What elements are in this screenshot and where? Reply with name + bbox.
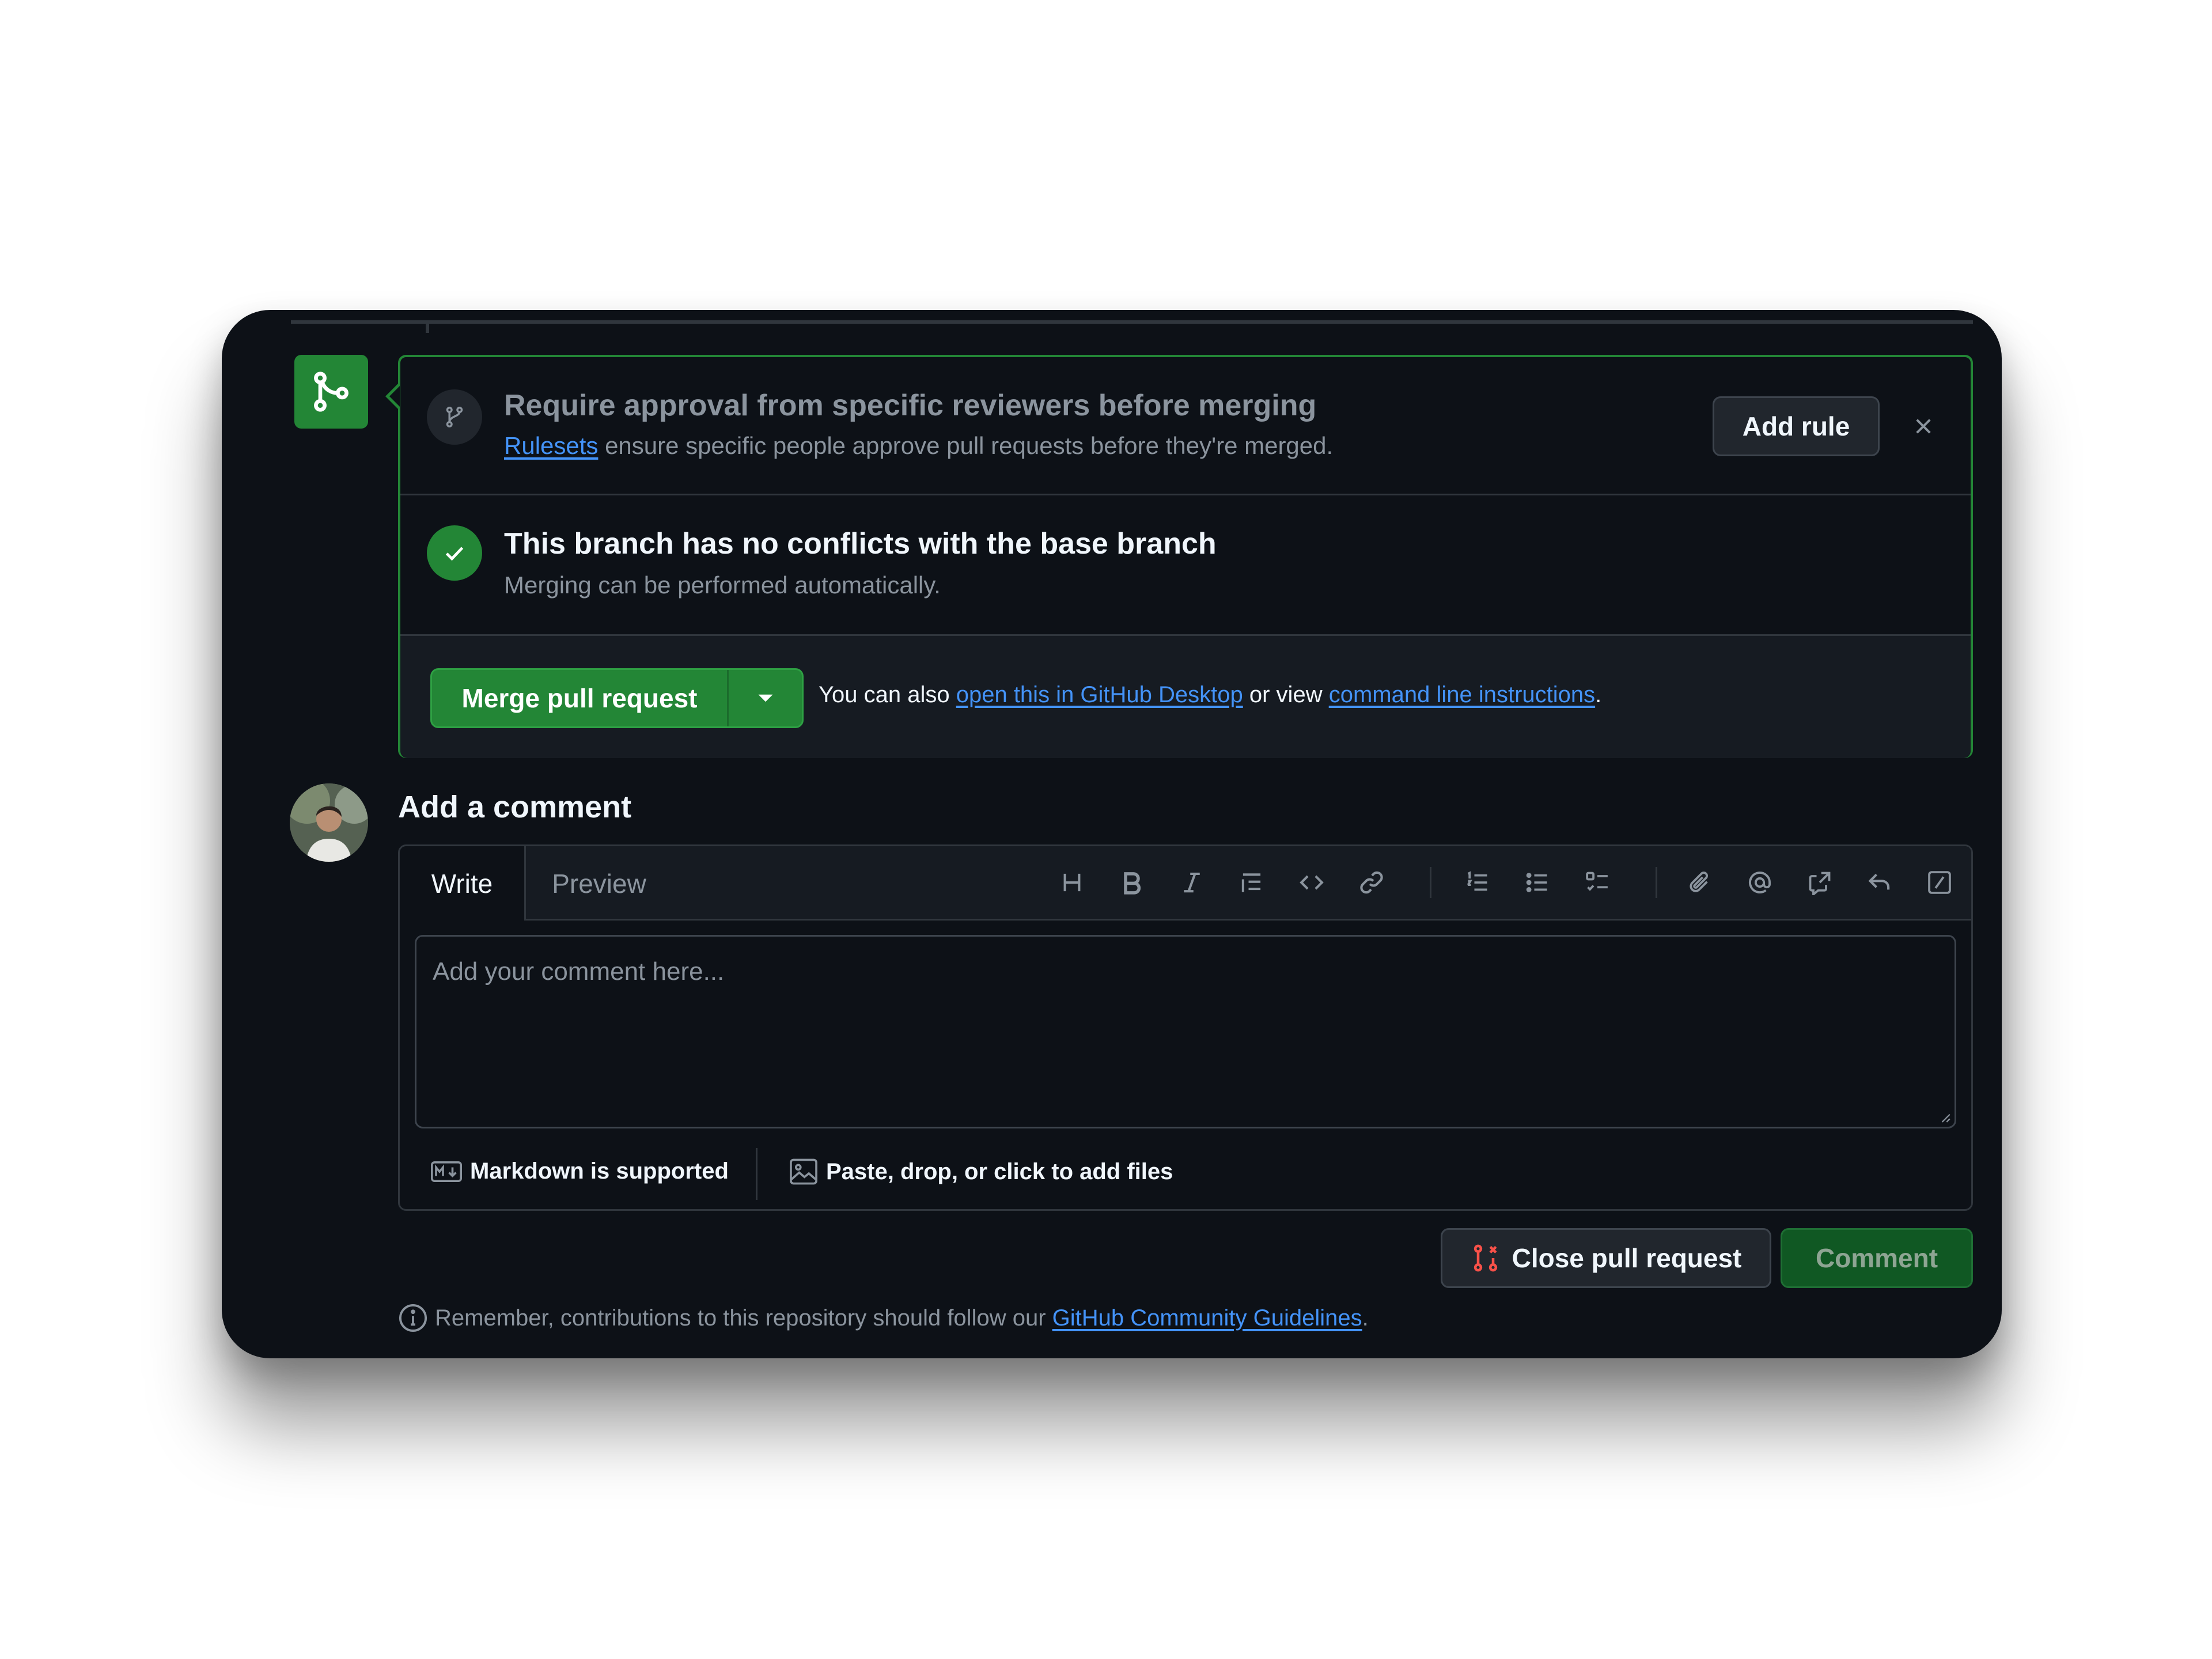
add-comment-heading: Add a comment	[398, 790, 632, 824]
add-rule-button[interactable]: Add rule	[1713, 396, 1880, 456]
community-guidelines-note: Remember, contributions to this reposito…	[398, 1303, 1369, 1333]
pull-request-window: Require approval from specific reviewers…	[222, 310, 2002, 1358]
timeline-tick	[426, 320, 429, 333]
ruleset-title: Require approval from specific reviewers…	[504, 389, 1317, 422]
editor-toolbar: Write Preview	[400, 846, 1971, 921]
editor-footer: Markdown is supported Paste, drop, or cl…	[400, 1132, 1971, 1207]
conflicts-title: This branch has no conflicts with the ba…	[504, 527, 1217, 560]
comment-input[interactable]: Add your comment here...	[415, 935, 1956, 1128]
saved-reply-icon[interactable]	[1859, 862, 1900, 903]
github-desktop-link[interactable]: open this in GitHub Desktop	[956, 682, 1243, 707]
comment-button[interactable]: Comment	[1781, 1228, 1973, 1288]
close-icon[interactable]	[1912, 415, 1935, 438]
tab-write[interactable]: Write	[400, 846, 526, 921]
git-branch-icon	[427, 389, 482, 445]
markdown-supported-link[interactable]: Markdown is supported	[431, 1158, 729, 1184]
link-icon[interactable]	[1351, 862, 1392, 903]
tab-preview[interactable]: Preview	[524, 846, 674, 921]
avatar[interactable]	[290, 783, 368, 862]
toolbar-divider	[1430, 867, 1431, 898]
cross-reference-icon[interactable]	[1800, 862, 1840, 903]
add-files-button[interactable]: Paste, drop, or click to add files	[789, 1158, 1173, 1185]
quote-icon[interactable]	[1232, 862, 1272, 903]
unordered-list-icon[interactable]	[1517, 862, 1558, 903]
command-line-instructions-link[interactable]: command line instructions	[1329, 682, 1595, 707]
mention-icon[interactable]	[1740, 862, 1780, 903]
chevron-down-icon	[758, 694, 772, 702]
code-icon[interactable]	[1291, 862, 1332, 903]
italic-icon[interactable]	[1172, 862, 1212, 903]
merge-actions: Merge pull request You can also open thi…	[400, 636, 1971, 758]
attach-icon[interactable]	[1680, 862, 1720, 903]
task-list-icon[interactable]	[1577, 862, 1618, 903]
check-icon	[427, 525, 482, 581]
image-icon	[790, 1158, 817, 1185]
git-merge-badge-icon	[294, 355, 368, 429]
footer-divider	[756, 1148, 757, 1200]
ordered-list-icon[interactable]	[1457, 862, 1498, 903]
merge-status: This branch has no conflicts with the ba…	[400, 495, 1971, 636]
slash-command-icon[interactable]	[1919, 862, 1960, 903]
bold-icon[interactable]	[1112, 862, 1152, 903]
toolbar-divider	[1656, 867, 1657, 898]
ruleset-subtitle: Rulesets ensure specific people approve …	[504, 432, 1334, 459]
merge-box: Require approval from specific reviewers…	[385, 355, 1973, 758]
resize-handle-icon[interactable]	[1938, 1111, 1951, 1123]
rulesets-link[interactable]: Rulesets	[504, 432, 598, 459]
info-icon	[399, 1304, 427, 1332]
ruleset-prompt: Require approval from specific reviewers…	[400, 357, 1971, 495]
community-guidelines-link[interactable]: GitHub Community Guidelines	[1052, 1305, 1362, 1331]
timeline-divider	[291, 320, 1973, 324]
comment-placeholder: Add your comment here...	[433, 957, 725, 986]
conflicts-subtitle: Merging can be performed automatically.	[504, 571, 941, 599]
git-pull-request-closed-icon	[1474, 1244, 1497, 1272]
close-pull-request-button[interactable]: Close pull request	[1441, 1228, 1771, 1288]
merge-alternative-note: You can also open this in GitHub Desktop…	[819, 682, 1602, 707]
merge-options-caret[interactable]	[729, 670, 802, 726]
merge-pull-request-button[interactable]: Merge pull request	[432, 670, 729, 726]
markdown-icon	[431, 1161, 462, 1182]
comment-editor: Write Preview Add your comment here... M…	[398, 844, 1973, 1211]
heading-icon[interactable]	[1052, 862, 1092, 903]
merge-button-group: Merge pull request	[430, 668, 804, 728]
